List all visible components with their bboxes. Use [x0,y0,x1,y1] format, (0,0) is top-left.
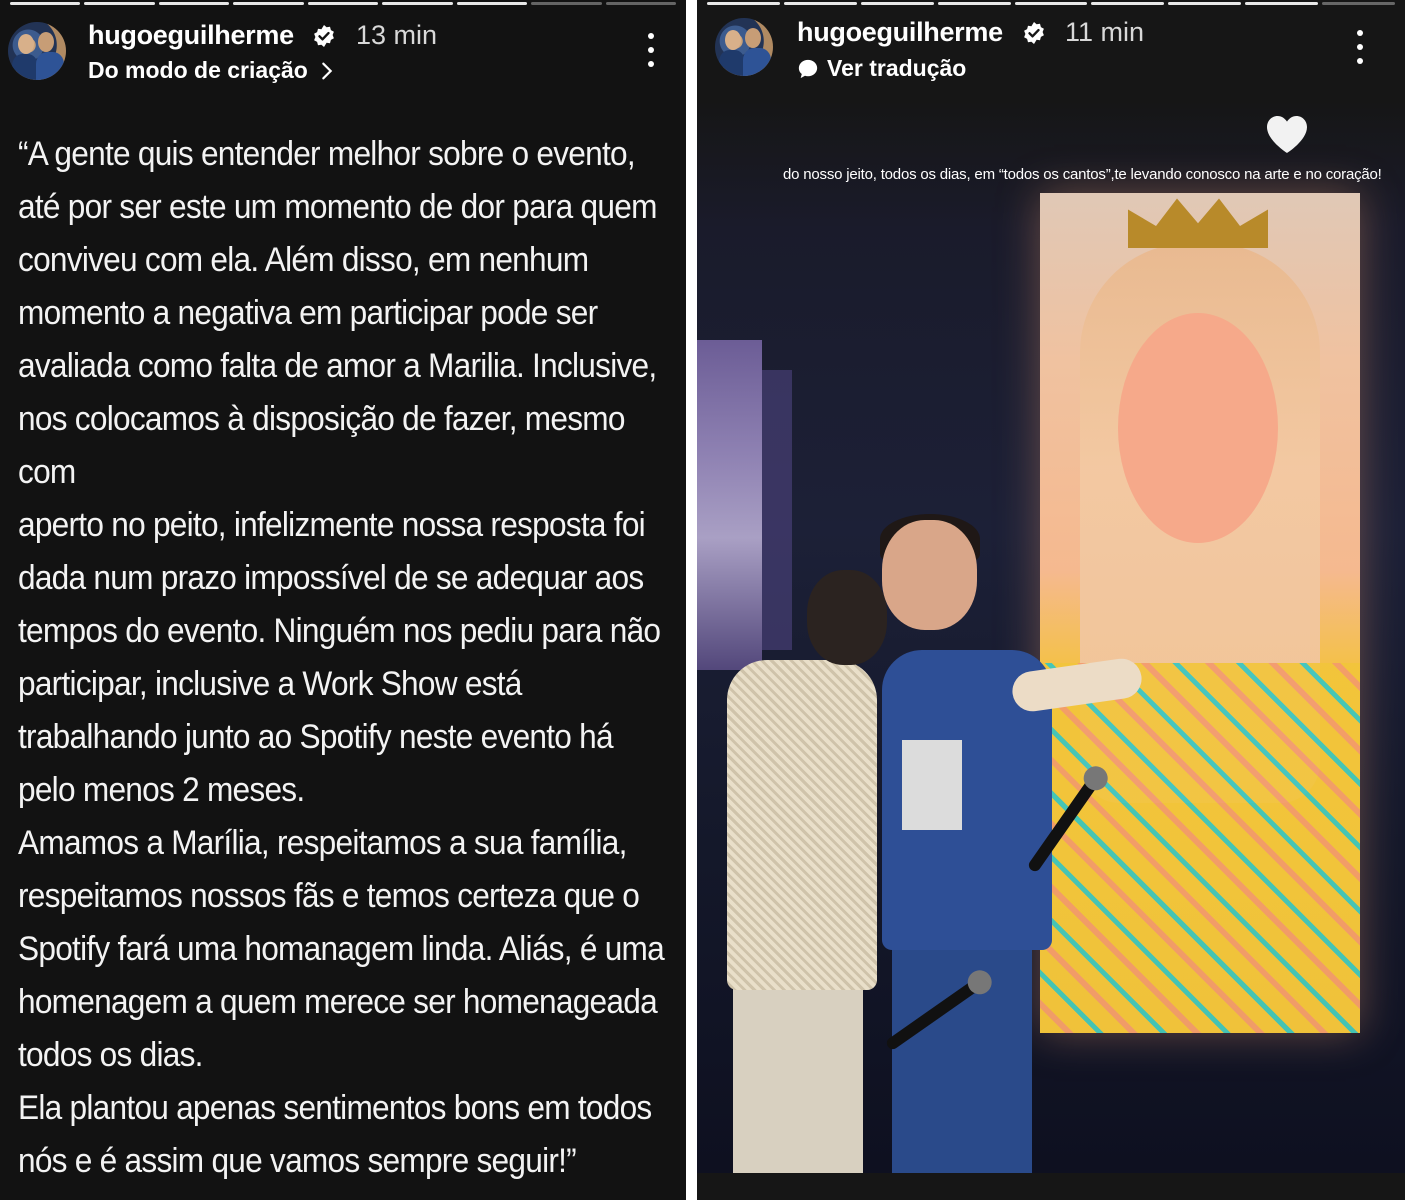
see-translation-label: Ver tradução [827,55,967,81]
translate-bubble-icon [798,59,818,78]
story-header: hugoeguilherme 13 min Do modo de criação [0,0,686,100]
story-caption: do nosso jeito, todos os dias, em “todos… [783,166,1382,183]
more-options-button[interactable] [1355,30,1365,64]
post-time: 11 min [1065,17,1145,47]
see-translation-button[interactable]: Ver tradução [797,55,966,82]
singer-right [872,514,1145,1173]
left-story-panel: hugoeguilherme 13 min Do modo de criação… [0,0,686,1200]
avatar[interactable] [8,22,66,80]
verified-badge-icon [1024,22,1044,44]
story-bottom-bar [697,1173,1405,1200]
more-options-button[interactable] [646,33,656,67]
right-story-panel: hugoeguilherme 11 min Ver tradução do no… [697,0,1405,1200]
verified-badge-icon [314,25,334,47]
post-time: 13 min [356,20,438,50]
story-header: hugoeguilherme 11 min Ver tradução [697,0,1405,100]
story-quote-text: “A gente quis entender melhor sobre o ev… [18,135,665,1180]
chevron-right-icon [322,62,333,79]
username-link[interactable]: hugoeguilherme [88,20,294,51]
username-link[interactable]: hugoeguilherme [797,17,1003,48]
story-photo [697,100,1405,1173]
avatar[interactable] [715,18,773,76]
story-text-block: “A gente quis entender melhor sobre o ev… [18,128,678,1188]
led-screen-portrait [1040,193,1360,1033]
creation-mode-label: Do modo de criação [88,57,308,83]
creation-mode-link[interactable]: Do modo de criação [88,57,338,84]
heart-icon [1267,116,1307,153]
